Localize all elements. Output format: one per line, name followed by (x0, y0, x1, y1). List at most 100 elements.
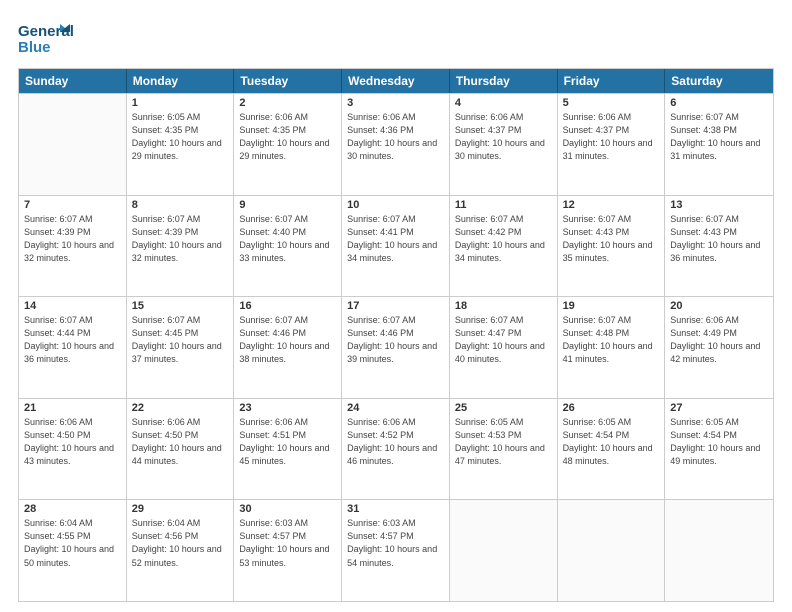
day-info: Sunrise: 6:07 AMSunset: 4:46 PMDaylight:… (239, 314, 336, 366)
day-number: 10 (347, 199, 444, 211)
cal-header-cell: Monday (127, 69, 235, 93)
cal-cell (450, 500, 558, 601)
day-number: 14 (24, 300, 121, 312)
day-info: Sunrise: 6:07 AMSunset: 4:38 PMDaylight:… (670, 111, 768, 163)
cal-cell: 17Sunrise: 6:07 AMSunset: 4:46 PMDayligh… (342, 297, 450, 398)
cal-cell: 2 Sunrise: 6:06 AMSunset: 4:35 PMDaylight… (234, 94, 342, 195)
day-info: Sunrise: 6:07 AMSunset: 4:47 PMDaylight:… (455, 314, 552, 366)
cal-cell: 15 Sunrise: 6:07 AMSunset: 4:45 PMDayligh… (127, 297, 235, 398)
day-number: 28 (24, 503, 121, 515)
day-number: 8 (132, 199, 229, 211)
day-info: Sunrise: 6:07 AMSunset: 4:41 PMDaylight:… (347, 213, 444, 265)
day-number: 25 (455, 402, 552, 414)
day-info: Sunrise: 6:07 AMSunset: 4:44 PMDaylight:… (24, 314, 121, 366)
cal-cell: 9 Sunrise: 6:07 AMSunset: 4:40 PMDaylight… (234, 196, 342, 297)
svg-text:Blue: Blue (18, 39, 51, 56)
day-number: 22 (132, 402, 229, 414)
day-number: 6 (670, 97, 768, 109)
cal-cell: 28 Sunrise: 6:04 AMSunset: 4:55 PMDayligh… (19, 500, 127, 601)
calendar: SundayMondayTuesdayWednesdayThursdayFrid… (18, 68, 774, 602)
cal-cell: 8 Sunrise: 6:07 AMSunset: 4:39 PMDaylight… (127, 196, 235, 297)
day-number: 5 (563, 97, 660, 109)
day-number: 29 (132, 503, 229, 515)
cal-cell: 21 Sunrise: 6:06 AMSunset: 4:50 PMDayligh… (19, 399, 127, 500)
calendar-header-row: SundayMondayTuesdayWednesdayThursdayFrid… (19, 69, 773, 93)
day-info: Sunrise: 6:06 AMSunset: 4:37 PMDaylight:… (455, 111, 552, 163)
cal-cell: 4 Sunrise: 6:06 AMSunset: 4:37 PMDaylight… (450, 94, 558, 195)
day-info: Sunrise: 6:07 AMSunset: 4:39 PMDaylight:… (24, 213, 121, 265)
cal-cell (665, 500, 773, 601)
day-info: Sunrise: 6:06 AMSunset: 4:35 PMDaylight:… (239, 111, 336, 163)
cal-cell: 23 Sunrise: 6:06 AMSunset: 4:51 PMDayligh… (234, 399, 342, 500)
cal-cell: 20Sunrise: 6:06 AMSunset: 4:49 PMDayligh… (665, 297, 773, 398)
day-number: 16 (239, 300, 336, 312)
day-info: Sunrise: 6:05 AMSunset: 4:54 PMDaylight:… (670, 416, 768, 468)
day-number: 7 (24, 199, 121, 211)
day-info: Sunrise: 6:07 AMSunset: 4:40 PMDaylight:… (239, 213, 336, 265)
cal-week: 28 Sunrise: 6:04 AMSunset: 4:55 PMDayligh… (19, 499, 773, 601)
day-number: 17 (347, 300, 444, 312)
logo: GeneralBlue (18, 18, 73, 58)
cal-cell: 16 Sunrise: 6:07 AMSunset: 4:46 PMDayligh… (234, 297, 342, 398)
day-info: Sunrise: 6:07 AMSunset: 4:39 PMDaylight:… (132, 213, 229, 265)
cal-cell: 5 Sunrise: 6:06 AMSunset: 4:37 PMDaylight… (558, 94, 666, 195)
day-number: 23 (239, 402, 336, 414)
cal-cell: 6 Sunrise: 6:07 AMSunset: 4:38 PMDaylight… (665, 94, 773, 195)
cal-cell: 31Sunrise: 6:03 AMSunset: 4:57 PMDayligh… (342, 500, 450, 601)
day-number: 26 (563, 402, 660, 414)
day-number: 11 (455, 199, 552, 211)
day-info: Sunrise: 6:05 AMSunset: 4:54 PMDaylight:… (563, 416, 660, 468)
cal-cell: 27Sunrise: 6:05 AMSunset: 4:54 PMDayligh… (665, 399, 773, 500)
calendar-body: 1Sunrise: 6:05 AMSunset: 4:35 PMDaylight… (19, 93, 773, 601)
day-number: 3 (347, 97, 444, 109)
page: GeneralBlue SundayMondayTuesdayWednesday… (0, 0, 792, 612)
cal-cell: 19Sunrise: 6:07 AMSunset: 4:48 PMDayligh… (558, 297, 666, 398)
cal-cell: 11 Sunrise: 6:07 AMSunset: 4:42 PMDayligh… (450, 196, 558, 297)
cal-cell: 22Sunrise: 6:06 AMSunset: 4:50 PMDayligh… (127, 399, 235, 500)
day-info: Sunrise: 6:05 AMSunset: 4:53 PMDaylight:… (455, 416, 552, 468)
cal-header-cell: Tuesday (234, 69, 342, 93)
cal-cell: 30Sunrise: 6:03 AMSunset: 4:57 PMDayligh… (234, 500, 342, 601)
cal-cell (19, 94, 127, 195)
cal-cell: 12 Sunrise: 6:07 AMSunset: 4:43 PMDayligh… (558, 196, 666, 297)
logo-svg: GeneralBlue (18, 18, 73, 58)
day-info: Sunrise: 6:06 AMSunset: 4:50 PMDaylight:… (24, 416, 121, 468)
day-number: 2 (239, 97, 336, 109)
day-info: Sunrise: 6:04 AMSunset: 4:55 PMDaylight:… (24, 517, 121, 569)
cal-header-cell: Sunday (19, 69, 127, 93)
cal-header-cell: Thursday (450, 69, 558, 93)
day-number: 31 (347, 503, 444, 515)
cal-cell: 7 Sunrise: 6:07 AMSunset: 4:39 PMDaylight… (19, 196, 127, 297)
cal-cell: 14 Sunrise: 6:07 AMSunset: 4:44 PMDayligh… (19, 297, 127, 398)
cal-cell: 10 Sunrise: 6:07 AMSunset: 4:41 PMDayligh… (342, 196, 450, 297)
day-info: Sunrise: 6:06 AMSunset: 4:51 PMDaylight:… (239, 416, 336, 468)
cal-week: 21 Sunrise: 6:06 AMSunset: 4:50 PMDayligh… (19, 398, 773, 500)
day-number: 15 (132, 300, 229, 312)
day-info: Sunrise: 6:04 AMSunset: 4:56 PMDaylight:… (132, 517, 229, 569)
day-info: Sunrise: 6:03 AMSunset: 4:57 PMDaylight:… (239, 517, 336, 569)
day-number: 21 (24, 402, 121, 414)
day-number: 18 (455, 300, 552, 312)
day-number: 20 (670, 300, 768, 312)
day-number: 4 (455, 97, 552, 109)
cal-cell: 1Sunrise: 6:05 AMSunset: 4:35 PMDaylight… (127, 94, 235, 195)
cal-cell: 13Sunrise: 6:07 AMSunset: 4:43 PMDayligh… (665, 196, 773, 297)
cal-week: 14 Sunrise: 6:07 AMSunset: 4:44 PMDayligh… (19, 296, 773, 398)
day-number: 19 (563, 300, 660, 312)
day-info: Sunrise: 6:05 AMSunset: 4:35 PMDaylight:… (132, 111, 229, 163)
day-number: 12 (563, 199, 660, 211)
day-number: 24 (347, 402, 444, 414)
cal-cell: 24 Sunrise: 6:06 AMSunset: 4:52 PMDayligh… (342, 399, 450, 500)
cal-header-cell: Saturday (665, 69, 773, 93)
day-info: Sunrise: 6:07 AMSunset: 4:42 PMDaylight:… (455, 213, 552, 265)
day-info: Sunrise: 6:06 AMSunset: 4:52 PMDaylight:… (347, 416, 444, 468)
day-number: 9 (239, 199, 336, 211)
header: GeneralBlue (18, 18, 774, 58)
day-info: Sunrise: 6:07 AMSunset: 4:45 PMDaylight:… (132, 314, 229, 366)
day-info: Sunrise: 6:07 AMSunset: 4:43 PMDaylight:… (563, 213, 660, 265)
cal-cell: 26 Sunrise: 6:05 AMSunset: 4:54 PMDayligh… (558, 399, 666, 500)
cal-cell: 3Sunrise: 6:06 AMSunset: 4:36 PMDaylight… (342, 94, 450, 195)
cal-cell: 18 Sunrise: 6:07 AMSunset: 4:47 PMDayligh… (450, 297, 558, 398)
day-info: Sunrise: 6:06 AMSunset: 4:37 PMDaylight:… (563, 111, 660, 163)
cal-cell (558, 500, 666, 601)
